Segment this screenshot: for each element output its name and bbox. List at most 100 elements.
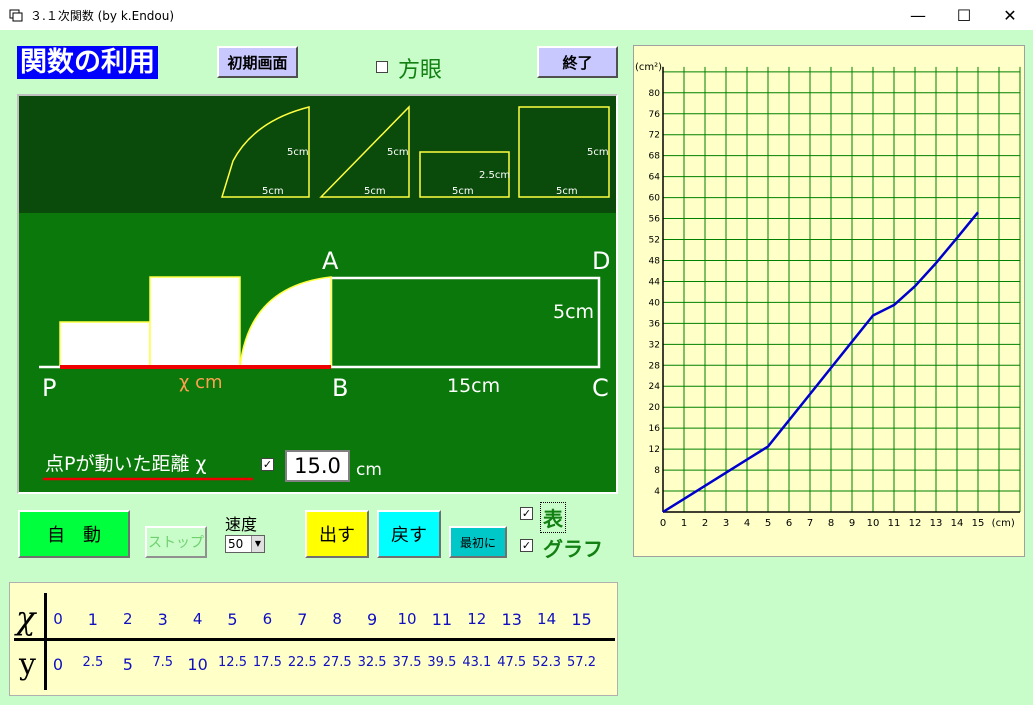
label-c: C: [592, 374, 609, 402]
y-cell: 0: [52, 655, 64, 674]
swept-square: [149, 276, 241, 368]
x-tick-label: 14: [951, 518, 964, 529]
x-tick-label: 4: [744, 518, 750, 529]
rectangle-height-label: 2.5cm: [479, 170, 510, 181]
close-icon: ✕: [1003, 5, 1017, 25]
graph-check-label: グラフ: [543, 537, 603, 561]
app-icon: [9, 9, 23, 22]
area-graph: 0 1 2 3 4 5 6 7 8 9 10 11 12 13 14 15481216202428323640…: [635, 62, 1021, 529]
y-tick-label: 8: [654, 466, 660, 476]
shape-quarter: 5cm 5cm: [220, 106, 310, 198]
graph-checkbox[interactable]: ✓: [520, 539, 533, 552]
square-height-label: 5cm: [587, 147, 609, 158]
x-cell: 5: [227, 610, 238, 629]
y-cell: 27.5: [322, 655, 352, 670]
y-tick-label: 72: [649, 131, 660, 141]
x-cell: 10: [397, 610, 417, 628]
x-cell: 2: [123, 610, 133, 628]
x-row-header: χ: [16, 599, 36, 637]
x-cell: 12: [467, 610, 487, 628]
y-tick-label: 36: [649, 319, 661, 329]
y-tick-label: 48: [649, 256, 661, 266]
y-cell: 52.3: [532, 655, 562, 670]
x-cell: 11: [431, 610, 453, 629]
y-cell: 32.5: [357, 655, 387, 670]
x-tick-label: 3: [723, 518, 729, 529]
x-cell: 4: [192, 610, 203, 628]
speed-label: 速度: [225, 515, 258, 534]
x-tick-label: 12: [909, 518, 922, 529]
table-check-label: 表: [540, 502, 566, 533]
speed-select[interactable]: 50 ▼: [225, 535, 265, 553]
exit-button[interactable]: 終了: [537, 46, 618, 78]
distance-label: 点Pが動いた距離 χ: [45, 453, 206, 475]
y-tick-label: 28: [649, 361, 661, 371]
y-tick-label: 68: [649, 152, 661, 162]
x-tick-label: 5: [765, 518, 771, 529]
label-p: P: [42, 374, 56, 402]
grid-checkbox[interactable]: [376, 61, 388, 73]
x-cell: 13: [501, 610, 522, 629]
x-tick-label: 2: [702, 518, 708, 529]
x-cell: 3: [157, 610, 168, 629]
y-row-header: y: [19, 647, 36, 682]
y-tick-label: 20: [649, 403, 661, 413]
maximize-icon: ☐: [956, 5, 972, 25]
y-cell: 17.5: [252, 655, 282, 670]
value-table: χ y 0 1 2 3 4 5 6 7 8 9 10 11 12 13 14 15 0 2.5 5 7.5 10 12.…: [9, 582, 618, 696]
x-cell: 8: [332, 610, 342, 628]
label-d: D: [592, 247, 610, 275]
x-axis-label: (cm): [992, 518, 1015, 529]
x-tick-label: 7: [807, 518, 813, 529]
x-cell: 9: [367, 610, 378, 629]
x-tick-label: 6: [786, 518, 792, 529]
shape-rectangle: 5cm 2.5cm: [419, 151, 510, 198]
y-tick-label: 80: [649, 89, 661, 99]
first-button[interactable]: 最初に: [449, 526, 507, 558]
show-button[interactable]: 出す: [305, 510, 369, 558]
length-bc-label: 15cm: [447, 375, 500, 397]
y-tick-label: 4: [654, 487, 660, 497]
x-cell: 7: [297, 610, 308, 629]
rectangle-width-label: 5cm: [452, 186, 474, 197]
x-tick-label: 8: [828, 518, 834, 529]
reset-button[interactable]: 初期画面: [217, 46, 298, 78]
maximize-button[interactable]: ☐: [941, 0, 987, 30]
y-axis-label: (cm²): [635, 62, 662, 73]
y-tick-label: 60: [649, 194, 661, 204]
y-cell: 57.2: [567, 655, 596, 670]
table-checkbox[interactable]: ✓: [520, 507, 533, 520]
stop-button[interactable]: ストップ: [145, 526, 207, 558]
y-cell: 39.5: [427, 655, 457, 670]
y-cell: 47.5: [497, 655, 527, 670]
graph-panel: 0 1 2 3 4 5 6 7 8 9 10 11 12 13 14 15 4 8 12 16 20 24 28 32 36 40…: [633, 45, 1025, 557]
x-cell: 6: [262, 610, 273, 628]
triangle-height-label: 5cm: [387, 147, 409, 158]
y-cell: 37.5: [392, 655, 422, 670]
y-tick-label: 16: [649, 424, 661, 434]
distance-value-field[interactable]: 15.0: [285, 450, 350, 482]
x-cm-label: χ cm: [179, 372, 223, 393]
x-cell: 15: [571, 610, 592, 629]
shape-triangle: 5cm 5cm: [319, 105, 410, 198]
back-button[interactable]: 戻す: [377, 510, 441, 558]
quarter-height-label: 5cm: [287, 147, 309, 158]
y-tick-label: 56: [649, 215, 661, 225]
triangle-width-label: 5cm: [364, 186, 386, 197]
minimize-button[interactable]: —: [895, 0, 941, 30]
label-b: B: [332, 374, 348, 402]
page-title: 関数の利用: [17, 46, 158, 79]
auto-button[interactable]: 自 動: [18, 510, 130, 558]
quarter-width-label: 5cm: [262, 186, 284, 197]
distance-checkbox[interactable]: ✓: [261, 458, 274, 471]
y-tick-label: 24: [649, 382, 661, 392]
x-tick-label: 15: [972, 518, 985, 529]
y-tick-label: 32: [649, 340, 660, 350]
close-button[interactable]: ✕: [987, 0, 1033, 30]
title-bar: ３.１次関数 (by k.Endou) — ☐ ✕: [0, 0, 1033, 30]
swept-quarter: [239, 276, 332, 368]
label-a: A: [322, 247, 339, 275]
height-cd-label: 5cm: [553, 301, 594, 323]
x-tick-label: 11: [888, 518, 901, 529]
y-tick-label: 76: [649, 110, 661, 120]
